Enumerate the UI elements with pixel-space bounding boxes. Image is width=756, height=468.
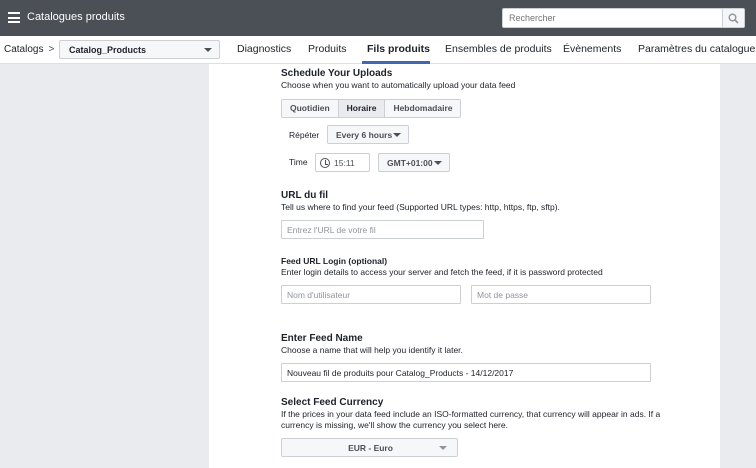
login-subtitle: Enter login details to access your serve… xyxy=(281,267,603,277)
catalog-select[interactable]: Catalog_Products xyxy=(59,40,220,59)
search-button[interactable] xyxy=(722,9,744,27)
tab-parametres-du-catalogue[interactable]: Paramètres du catalogue xyxy=(638,43,755,55)
feed-name-field xyxy=(281,363,651,382)
clock-icon xyxy=(320,158,330,168)
feed-url-input[interactable] xyxy=(282,221,483,238)
tab-diagnostics[interactable]: Diagnostics xyxy=(237,43,291,55)
password-input[interactable] xyxy=(472,286,650,303)
breadcrumb[interactable]: Catalogs > xyxy=(4,44,54,55)
timezone-dropdown[interactable]: GMT+01:00 xyxy=(378,153,450,172)
feed-url-field xyxy=(281,220,484,239)
currency-dropdown[interactable]: EUR - Euro xyxy=(281,438,458,457)
timezone-value: GMT+01:00 xyxy=(387,158,433,168)
chevron-down-icon xyxy=(204,48,212,52)
currency-subtitle-line2: currency is missing, we'll show the curr… xyxy=(281,420,508,430)
time-value: 15:11 xyxy=(334,158,355,168)
frequency-option-quotidien[interactable]: Quotidien xyxy=(282,100,339,117)
feed-name-subtitle: Choose a name that will help you identif… xyxy=(281,345,463,355)
schedule-title: Schedule Your Uploads xyxy=(281,68,393,79)
search-icon xyxy=(728,13,739,24)
nav-bar: Catalogs > Catalog_Products Diagnostics P… xyxy=(0,36,756,64)
username-field xyxy=(281,285,461,304)
feed-name-title: Enter Feed Name xyxy=(281,333,363,344)
tab-ensembles-de-produits[interactable]: Ensembles de produits xyxy=(445,43,552,55)
username-input[interactable] xyxy=(282,286,460,303)
chevron-down-icon xyxy=(393,133,401,137)
catalog-select-value: Catalog_Products xyxy=(69,45,147,55)
login-title: Feed URL Login (optional) xyxy=(281,256,388,266)
chevron-right-icon: > xyxy=(48,44,55,55)
time-label: Time xyxy=(289,157,308,167)
password-field xyxy=(471,285,651,304)
tab-fils-produits[interactable]: Fils produits xyxy=(367,43,430,55)
currency-subtitle-line1: If the prices in your data feed include … xyxy=(281,409,661,419)
time-input[interactable]: 15:11 xyxy=(315,153,370,172)
tab-produits[interactable]: Produits xyxy=(308,43,347,55)
frequency-option-horaire[interactable]: Horaire xyxy=(338,100,386,117)
currency-title: Select Feed Currency xyxy=(281,397,384,408)
currency-value: EUR - Euro xyxy=(348,443,393,453)
repeat-label: Répéter xyxy=(289,130,320,140)
tab-evenements[interactable]: Évènements xyxy=(563,43,621,55)
feed-name-input[interactable] xyxy=(282,364,650,381)
url-title: URL du fil xyxy=(281,190,329,201)
top-bar: Catalogues produits xyxy=(0,0,756,36)
repeat-dropdown[interactable]: Every 6 hours xyxy=(327,125,409,144)
chevron-down-icon xyxy=(439,446,447,450)
schedule-subtitle: Choose when you want to automatically up… xyxy=(281,80,516,90)
frequency-segmented-control: Quotidien Horaire Hebdomadaire xyxy=(281,99,462,118)
search-input[interactable] xyxy=(503,9,723,27)
frequency-option-hebdomadaire[interactable]: Hebdomadaire xyxy=(385,100,460,117)
breadcrumb-catalogs[interactable]: Catalogs xyxy=(4,44,43,55)
app-title: Catalogues produits xyxy=(27,11,125,23)
chevron-down-icon xyxy=(434,161,442,165)
repeat-value: Every 6 hours xyxy=(336,130,393,140)
url-subtitle: Tell us where to find your feed (Support… xyxy=(281,202,560,212)
hamburger-menu-icon[interactable] xyxy=(8,12,20,23)
search-box xyxy=(502,8,745,28)
